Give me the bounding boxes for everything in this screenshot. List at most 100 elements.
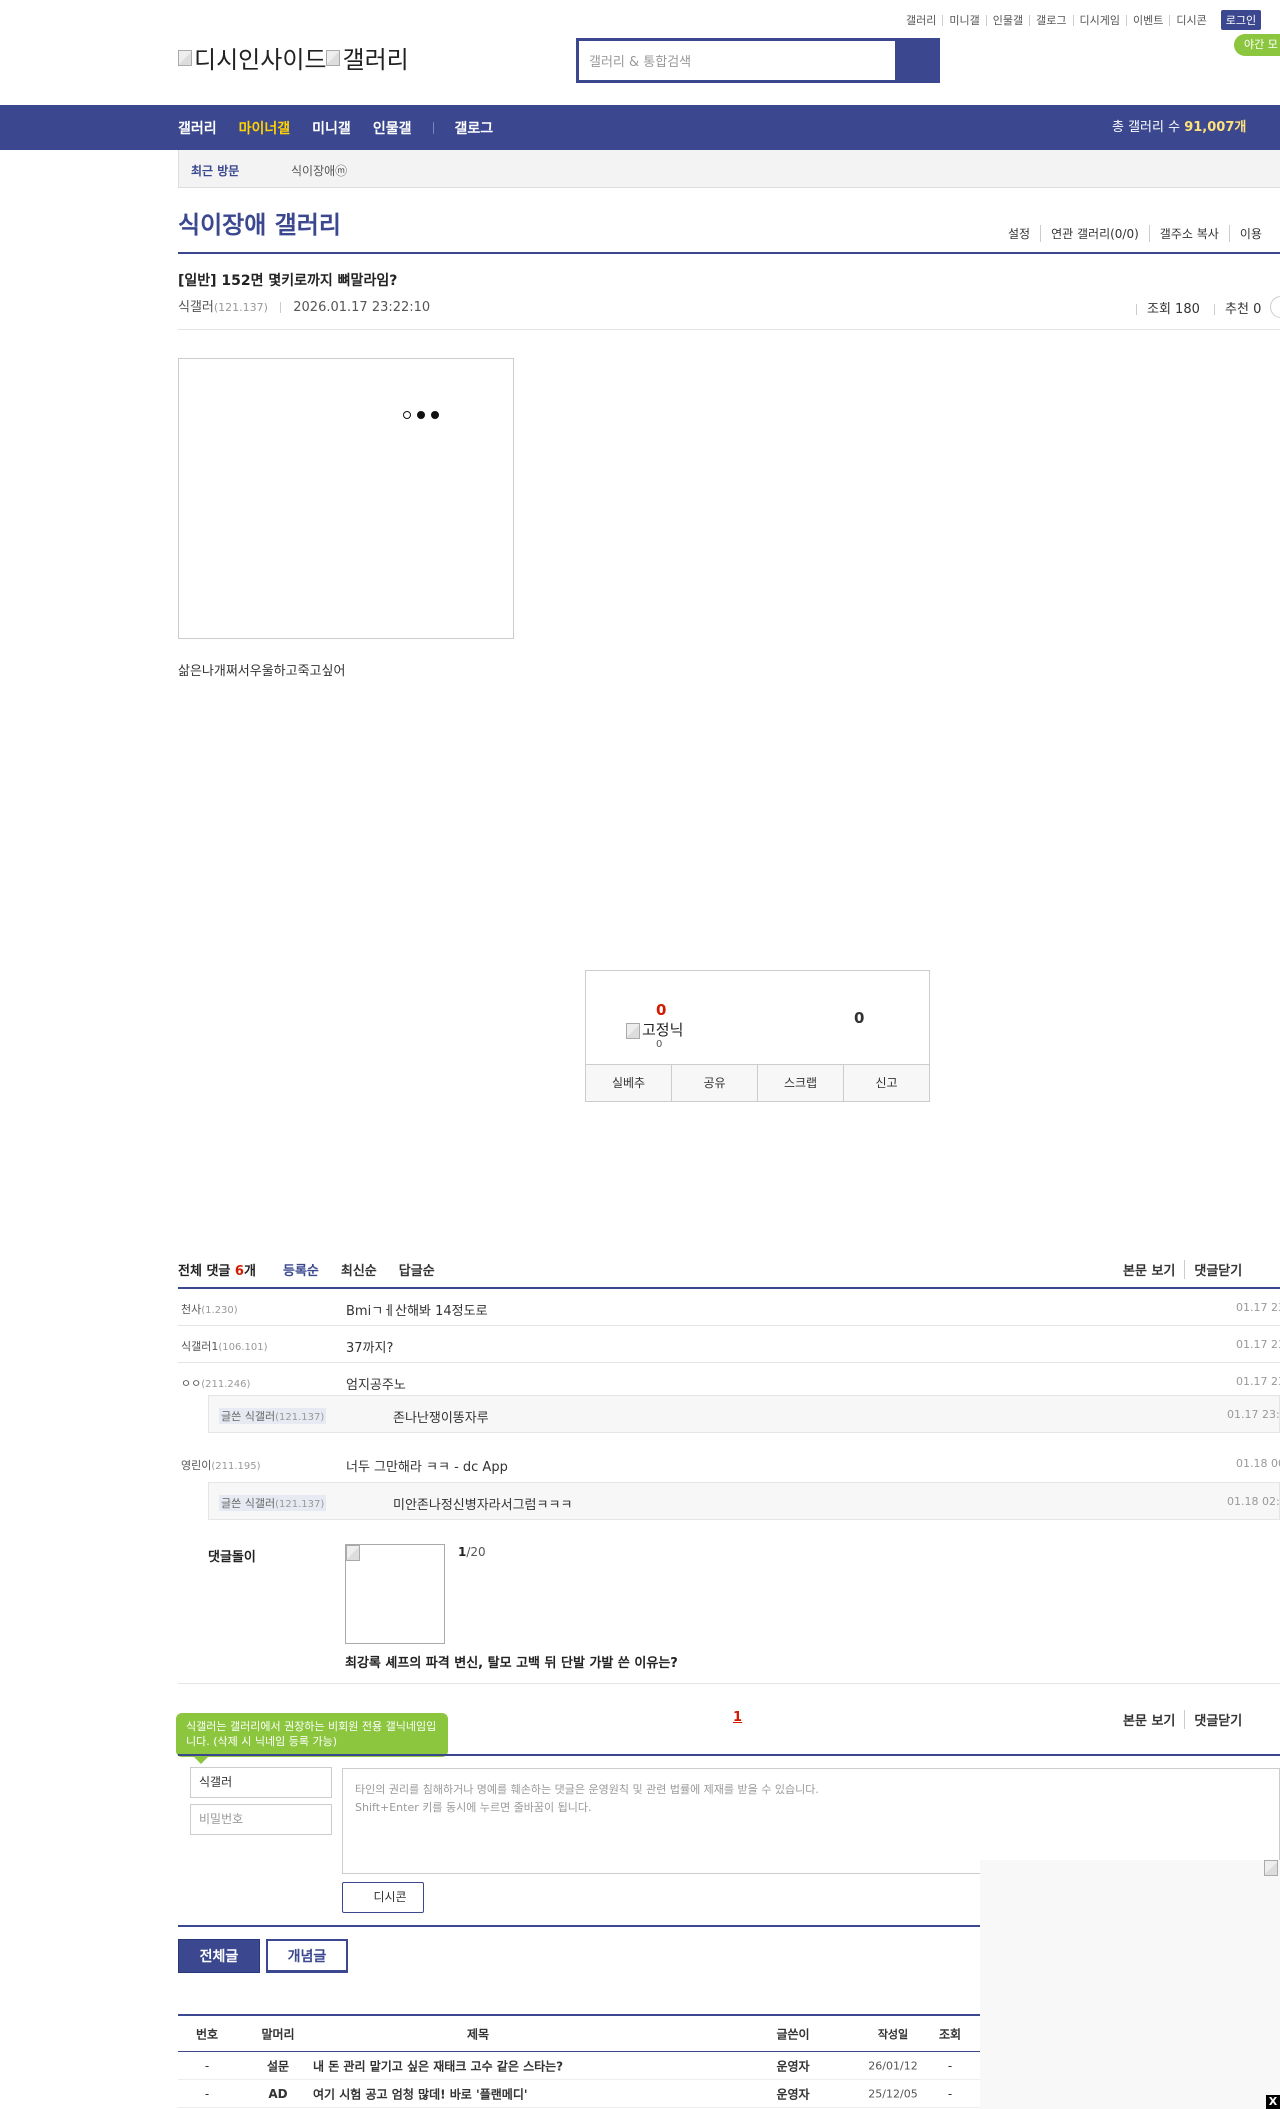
search-button[interactable] xyxy=(895,41,937,80)
comment-date: 01.17 23: xyxy=(1236,1338,1280,1351)
comment-date: 01.17 23: xyxy=(1236,1301,1280,1314)
gallery-title[interactable]: 식이장애 갤러리 xyxy=(178,205,341,240)
gnb-mini[interactable]: 미니갤 xyxy=(312,118,351,138)
upvote-count[interactable]: 0 xyxy=(656,1001,666,1019)
related-gallery-link[interactable]: 연관 갤러리(0/0) xyxy=(1040,225,1149,242)
view-body-button[interactable]: 본문 보기 xyxy=(1123,1710,1184,1729)
site-logo[interactable]: 디시인사이드 갤러리 xyxy=(178,40,409,75)
comment-nick: 식갤러1(106.101) xyxy=(181,1340,268,1353)
util-link-gallery[interactable]: 갤러리 xyxy=(900,15,942,26)
sort-latest[interactable]: 최신순 xyxy=(341,1260,377,1279)
comment-row: 영린이(211.195) 너두 그만해라 ㅋㅋ - dc App 01.18 0… xyxy=(178,1445,1280,1482)
comment-nick: 천사(1.230) xyxy=(181,1303,238,1316)
gallery-options: 설정 연관 갤러리(0/0) 갤주소 복사 이용 xyxy=(1008,225,1272,242)
ad-close-icon[interactable]: X xyxy=(1266,2095,1280,2109)
util-link-game[interactable]: 디시게임 xyxy=(1072,14,1126,26)
comment-header: 전체 댓글 6개 등록순 최신순 답글순 본문 보기 댓글닫기 xyxy=(178,1258,1280,1290)
password-input[interactable]: 비밀번호 xyxy=(190,1804,332,1835)
post-views: 조회 180 xyxy=(1147,302,1200,317)
close-comments-button[interactable]: 댓글닫기 xyxy=(1184,1260,1251,1279)
comment-page-1[interactable]: 1 xyxy=(733,1710,742,1725)
gnb-gallog[interactable]: 갤로그 xyxy=(454,118,493,138)
gallery-total-value: 91,007개 xyxy=(1184,120,1247,135)
broken-image-icon xyxy=(1264,1860,1278,1876)
broken-image-icon xyxy=(626,1022,640,1039)
gnb-minor[interactable]: 마이너갤 xyxy=(239,118,291,138)
search-bar: 갤러리 & 통합검색 xyxy=(576,38,940,83)
gallery-title-divider xyxy=(178,252,1280,254)
sort-replies[interactable]: 답글순 xyxy=(399,1260,435,1279)
post-author[interactable]: 식갤러 xyxy=(178,300,214,315)
broken-image-icon xyxy=(178,49,192,66)
reply-text: 미안존나정신병자라서그럼ㅋㅋㅋ xyxy=(393,1498,573,1513)
util-link-person[interactable]: 인물갤 xyxy=(985,14,1029,26)
broken-image-icon xyxy=(346,1545,360,1561)
util-link-dccon[interactable]: 디시콘 xyxy=(1169,14,1212,26)
fixed-nick-count: 0 xyxy=(656,1039,663,1050)
comment-textarea[interactable]: 타인의 권리를 침해하거나 명예를 훼손하는 댓글은 운영원칙 및 관련 법률에… xyxy=(342,1768,1280,1874)
broken-image-icon xyxy=(326,49,341,66)
comment-bot-title[interactable]: 최강록 셰프의 파격 변신, 탈모 고백 뒤 단발 가발 쓴 이유는? xyxy=(345,1652,678,1671)
comment-nick: ㅇㅇ(211.246) xyxy=(181,1377,251,1390)
post-stats: 조회 180 추천 0 xyxy=(1126,298,1261,317)
gnb-gallery[interactable]: 갤러리 xyxy=(178,118,217,138)
ad-banner[interactable]: X xyxy=(980,1860,1280,2109)
list-row[interactable]: - AD 여기 시험 공고 엄청 많데! 바로 '플랜메디' 운영자 25/12… xyxy=(178,2080,980,2108)
top-util-links: 갤러리 미니갤 인물갤 갤로그 디시게임 이벤트 디시콘 로그인 xyxy=(900,10,1262,30)
login-button[interactable]: 로그인 xyxy=(1220,10,1262,30)
comment-bot-label: 댓글돌이 xyxy=(208,1550,256,1565)
scrap-button[interactable]: 스크랩 xyxy=(757,1065,843,1101)
share-button[interactable]: 공유 xyxy=(671,1065,757,1101)
gnb-divider xyxy=(433,121,435,134)
view-body-button[interactable]: 본문 보기 xyxy=(1123,1260,1184,1279)
post-header-divider xyxy=(178,329,1280,330)
reply-nick: 글쓴 식갤러(121.137) xyxy=(219,1408,327,1424)
best-recommend-button[interactable]: 실베추 xyxy=(586,1065,671,1101)
list-row-subject[interactable]: 여기 시험 공고 엄청 많데! 바로 '플랜메디' xyxy=(313,2085,528,2102)
post-author-ip: (121.137) xyxy=(213,301,268,314)
comment-bot-thumbnail[interactable] xyxy=(345,1544,445,1644)
search-input[interactable]: 갤러리 & 통합검색 xyxy=(579,41,895,80)
list-row-subject[interactable]: 내 돈 관리 맡기고 싶은 재태크 고수 같은 스타는? xyxy=(313,2057,563,2074)
reply-row: 글쓴 식갤러(121.137) 미안존나정신병자라서그럼ㅋㅋㅋ 01.18 02… xyxy=(208,1482,1280,1520)
col-subject: 제목 xyxy=(466,2027,490,2041)
list-row[interactable]: - 설문 내 돈 관리 맡기고 싶은 재태크 고수 같은 스타는? 운영자 26… xyxy=(178,2052,980,2080)
usage-link[interactable]: 이용 xyxy=(1228,225,1272,242)
gallery-total: 총 갤러리 수 91,007개 xyxy=(1112,105,1246,150)
col-no: 번호 xyxy=(195,2027,219,2041)
gallery-total-label: 총 갤러리 수 xyxy=(1112,120,1181,135)
copy-address-link[interactable]: 갤주소 복사 xyxy=(1148,225,1229,242)
loading-dots-icon xyxy=(403,411,439,419)
recent-gallery-link[interactable]: 식이장애ⓜ xyxy=(291,162,347,179)
night-mode-toggle[interactable]: 야간 모 xyxy=(1234,34,1280,56)
sort-registered[interactable]: 등록순 xyxy=(283,1260,319,1279)
close-comments-button[interactable]: 댓글닫기 xyxy=(1184,1710,1251,1729)
comment-bot-box: 댓글돌이 1/20 최강록 셰프의 파격 변신, 탈모 고백 뒤 단발 가발 쓴… xyxy=(178,1540,1280,1684)
share-circle-button[interactable] xyxy=(1270,296,1280,318)
comment-row: 식갤러1(106.101) 37까지? 01.17 23: xyxy=(178,1326,1280,1363)
downvote-count[interactable]: 0 xyxy=(854,1009,864,1027)
tab-all-posts[interactable]: 전체글 xyxy=(178,1939,260,1973)
dccon-button[interactable]: 디시콘 xyxy=(342,1882,424,1913)
gnb-person[interactable]: 인물갤 xyxy=(373,118,412,138)
reply-nick: 글쓴 식갤러(121.137) xyxy=(219,1495,327,1511)
col-head: 말머리 xyxy=(261,2027,295,2041)
tab-best-posts[interactable]: 개념글 xyxy=(266,1939,348,1973)
post-title: [일반] 152면 몇키로까지 뼈말라임? xyxy=(178,273,398,289)
comment-text: 37까지? xyxy=(346,1341,394,1356)
comment-text: 엄지공주노 xyxy=(346,1378,406,1393)
recent-label[interactable]: 최근 방문 xyxy=(191,162,239,179)
comment-nick: 영린이(211.195) xyxy=(181,1459,261,1472)
util-link-minigall[interactable]: 미니갤 xyxy=(942,14,985,26)
list-top-divider xyxy=(178,1925,980,1927)
logo-section-text: 갤러리 xyxy=(342,46,409,74)
util-link-gallog[interactable]: 갤로그 xyxy=(1029,14,1072,26)
report-button[interactable]: 신고 xyxy=(843,1065,929,1101)
reply-date: 01.17 23:2 xyxy=(1227,1408,1280,1421)
video-embed[interactable] xyxy=(178,358,514,639)
global-nav: 갤러리 마이너갤 미니갤 인물갤 갤로그 총 갤러리 수 91,007개 xyxy=(0,105,1280,150)
gallery-settings-link[interactable]: 설정 xyxy=(1008,225,1040,242)
nickname-input[interactable]: 식갤러 xyxy=(190,1767,332,1798)
reply-date: 01.18 02:1 xyxy=(1227,1495,1280,1508)
util-link-event[interactable]: 이벤트 xyxy=(1125,14,1169,26)
